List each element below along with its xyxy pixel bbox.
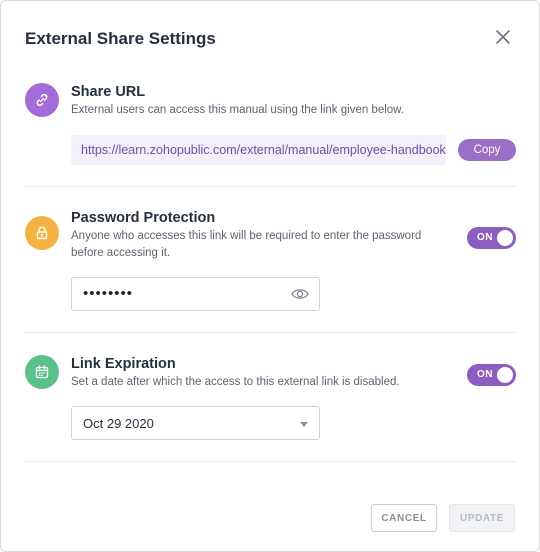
link-expiration-title: Link Expiration <box>71 356 176 372</box>
toggle-knob <box>497 230 513 246</box>
close-icon[interactable] <box>494 28 512 46</box>
eye-icon[interactable] <box>291 287 309 301</box>
calendar-icon <box>25 355 59 389</box>
cancel-button[interactable]: CANCEL <box>371 504 437 532</box>
link-expiration-toggle[interactable]: ON <box>467 364 516 386</box>
chevron-down-icon <box>300 422 308 427</box>
update-button[interactable]: UPDATE <box>449 504 515 532</box>
divider <box>25 461 516 462</box>
toggle-label: ON <box>477 369 493 380</box>
toggle-knob <box>497 367 513 383</box>
link-expiration-description: Set a date after which the access to thi… <box>71 376 400 388</box>
dialog-title: External Share Settings <box>25 29 216 48</box>
copy-button[interactable]: Copy <box>458 139 516 161</box>
toggle-label: ON <box>477 232 493 243</box>
password-value: •••••••• <box>83 285 134 302</box>
password-input[interactable]: •••••••• <box>71 277 320 311</box>
password-protection-title: Password Protection <box>71 210 216 226</box>
link-icon <box>25 83 59 117</box>
lock-icon <box>25 216 59 250</box>
expiration-date-value: Oct 29 2020 <box>83 416 154 431</box>
share-url-description: External users can access this manual us… <box>71 104 405 116</box>
share-url-field[interactable]: https://learn.zohopublic.com/external/ma… <box>71 135 446 165</box>
share-url-title: Share URL <box>71 84 146 100</box>
password-protection-toggle[interactable]: ON <box>467 227 516 249</box>
password-protection-description: Anyone who accesses this link will be re… <box>71 230 422 259</box>
expiration-date-select[interactable]: Oct 29 2020 <box>71 406 320 440</box>
external-share-dialog: External Share Settings Share URL Extern… <box>0 0 540 552</box>
divider <box>25 186 516 187</box>
divider <box>25 332 516 333</box>
